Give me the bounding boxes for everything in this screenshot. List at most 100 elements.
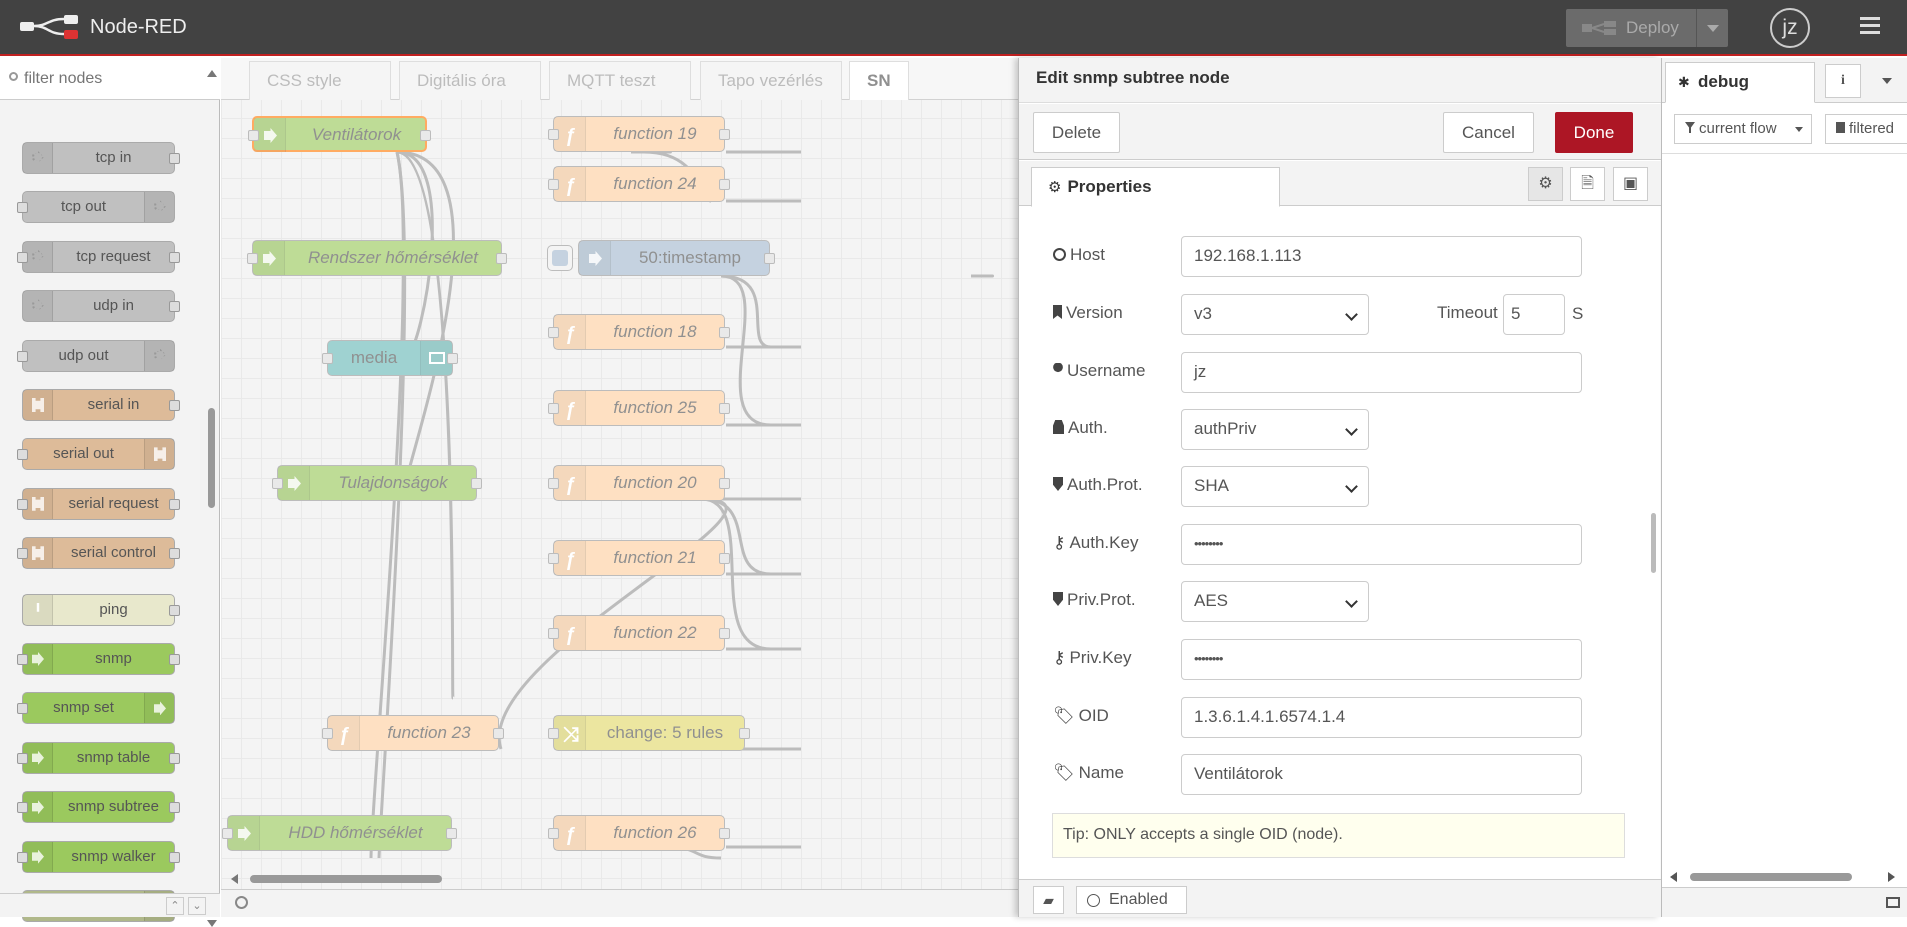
palette-filter-input[interactable] <box>24 68 204 90</box>
scroll-left-icon[interactable] <box>1670 872 1677 882</box>
output-port[interactable] <box>420 130 431 141</box>
workspace-tab[interactable]: Digitális óra <box>399 61 541 100</box>
output-port[interactable] <box>169 498 180 510</box>
workspace-tab[interactable]: CSS style <box>249 61 391 100</box>
input-port[interactable] <box>17 654 28 665</box>
input-port[interactable] <box>548 828 559 839</box>
tab-appearance-icon[interactable]: ▣ <box>1613 167 1648 201</box>
output-port[interactable] <box>169 802 180 814</box>
input-port[interactable] <box>548 628 559 639</box>
flow-node-function24[interactable]: function 24 <box>548 166 730 202</box>
flow-node-function21[interactable]: function 21 <box>548 540 730 576</box>
flow-node-rendszer[interactable]: Rendszer hőmérséklet <box>247 240 507 276</box>
input-port[interactable] <box>17 703 28 715</box>
output-port[interactable] <box>169 752 180 764</box>
output-port[interactable] <box>493 728 504 739</box>
enabled-toggle[interactable]: Enabled <box>1076 886 1187 914</box>
input-port[interactable] <box>322 353 333 364</box>
deploy-button[interactable]: Deploy <box>1566 9 1728 47</box>
palette-scrollbar[interactable] <box>204 70 220 927</box>
workspace-tab[interactable]: MQTT teszt <box>549 61 691 100</box>
output-port[interactable] <box>719 828 730 839</box>
deploy-dropdown-icon[interactable] <box>1707 25 1719 32</box>
auth-select[interactable]: authPriv <box>1181 409 1369 450</box>
output-port[interactable] <box>169 153 180 164</box>
scroll-left-icon[interactable] <box>231 874 238 884</box>
palette-scroll-thumb[interactable] <box>208 408 215 508</box>
expand-all-icon[interactable]: ⌄ <box>188 897 206 915</box>
input-port[interactable] <box>248 130 259 141</box>
output-port[interactable] <box>169 400 180 411</box>
input-port[interactable] <box>17 802 28 814</box>
info-tab-icon[interactable]: i <box>1825 64 1861 98</box>
input-port[interactable] <box>222 828 233 839</box>
output-port[interactable] <box>169 851 180 863</box>
book-icon[interactable]: ▰ <box>1033 886 1064 914</box>
flow-node-function25[interactable]: function 25 <box>548 390 730 426</box>
output-port[interactable] <box>719 129 730 140</box>
username-input[interactable]: jz <box>1181 352 1582 393</box>
input-port[interactable] <box>247 253 258 264</box>
host-input[interactable]: 192.168.1.113 <box>1181 236 1582 277</box>
tab-settings-gear-icon[interactable]: ⚙ <box>1528 167 1563 201</box>
output-port[interactable] <box>719 179 730 190</box>
input-port[interactable] <box>548 327 559 338</box>
palette-node[interactable]: snmp set <box>17 692 175 725</box>
output-port[interactable] <box>739 728 750 739</box>
auth-prot-select[interactable]: SHA <box>1181 466 1369 507</box>
flow-node-tulajdonsagok[interactable]: Tulajdonságok <box>272 465 482 501</box>
input-port[interactable] <box>548 728 559 739</box>
input-port[interactable] <box>17 752 28 764</box>
current-flow-filter[interactable]: current flow <box>1674 114 1812 144</box>
palette-node[interactable]: snmp table <box>17 741 180 774</box>
palette-node[interactable]: snmp <box>17 643 180 675</box>
input-port[interactable] <box>548 179 559 190</box>
scroll-right-icon[interactable] <box>1888 872 1895 882</box>
input-port[interactable] <box>17 548 28 560</box>
tab-properties[interactable]: ⚙ Properties <box>1031 167 1280 207</box>
workspace-tab[interactable]: Tapo vezérlés <box>700 61 842 100</box>
tray-scrollbar[interactable] <box>1649 208 1659 878</box>
tray-scroll-thumb[interactable] <box>1651 513 1656 573</box>
input-port[interactable] <box>17 498 28 510</box>
flow-node-function26[interactable]: function 26 <box>548 815 730 851</box>
output-port[interactable] <box>719 403 730 414</box>
workspace-scroll-thumb[interactable] <box>250 875 442 883</box>
input-port[interactable] <box>548 403 559 414</box>
filtered-button[interactable]: filtered <box>1825 114 1907 144</box>
done-button[interactable]: Done <box>1555 112 1633 153</box>
palette-node[interactable]: snmp walker <box>17 840 180 873</box>
output-port[interactable] <box>169 548 180 560</box>
output-port[interactable] <box>719 628 730 639</box>
scroll-down-icon[interactable] <box>207 920 217 927</box>
output-port[interactable] <box>446 828 457 839</box>
flow-node-timestamp[interactable]: 50:timestamp <box>547 240 775 276</box>
sidebar-menu-caret-icon[interactable] <box>1882 78 1892 84</box>
input-port[interactable] <box>548 478 559 489</box>
flow-node-function18[interactable]: function 18 <box>548 314 730 350</box>
flow-node-function22[interactable]: function 22 <box>548 615 730 651</box>
output-port[interactable] <box>471 478 482 489</box>
palette-node[interactable]: serial out <box>17 438 175 471</box>
sidebar-scrollbar[interactable] <box>1662 869 1907 885</box>
flow-node-ventilatorok[interactable]: Ventilátorok <box>248 116 431 152</box>
input-port[interactable] <box>17 251 28 263</box>
input-port[interactable] <box>17 350 28 362</box>
tab-description-icon[interactable]: 🗎 <box>1570 167 1605 201</box>
workspace-scrollbar[interactable] <box>225 871 1021 887</box>
output-port[interactable] <box>169 604 180 616</box>
output-port[interactable] <box>719 553 730 564</box>
delete-button[interactable]: Delete <box>1033 112 1120 153</box>
palette-node[interactable]: ping <box>22 593 180 626</box>
auth-key-input[interactable]: •••••••• <box>1181 524 1582 565</box>
collapse-all-icon[interactable]: ⌃ <box>166 897 184 915</box>
version-select[interactable]: v3 <box>1181 294 1369 335</box>
output-port[interactable] <box>719 327 730 338</box>
output-port[interactable] <box>719 478 730 489</box>
name-input[interactable]: Ventilátorok <box>1181 754 1582 795</box>
search-flows-icon[interactable] <box>235 896 248 909</box>
palette-node[interactable]: udp out <box>17 339 175 372</box>
input-port[interactable] <box>17 449 28 461</box>
palette-node[interactable]: udp in <box>22 290 180 323</box>
palette-node[interactable]: snmp subtree <box>17 791 180 824</box>
